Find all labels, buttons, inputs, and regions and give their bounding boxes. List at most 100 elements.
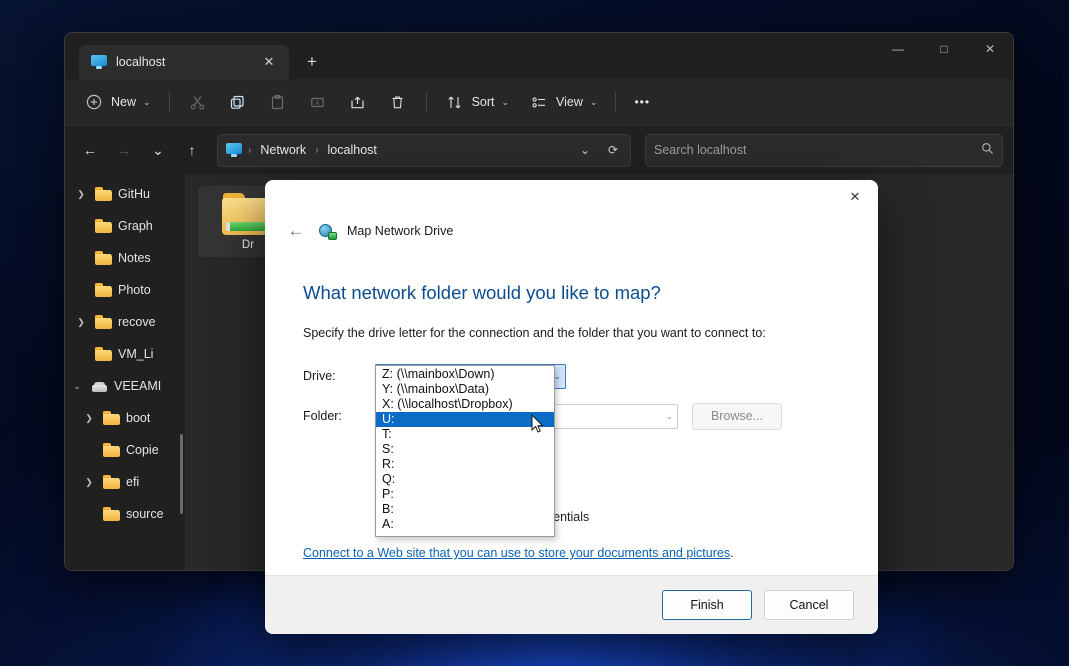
drive-option[interactable]: B: [376, 502, 554, 517]
dialog-body: What network folder would you like to ma… [265, 248, 878, 560]
sort-label: Sort [472, 95, 495, 109]
drive-option[interactable]: Z: (\\mainbox\Down) [376, 367, 554, 382]
new-label: New [111, 95, 136, 109]
maximize-icon[interactable]: □ [921, 33, 967, 65]
breadcrumb-localhost[interactable]: localhost [323, 140, 382, 160]
sidebar-item-github[interactable]: ❯ GitHu [67, 178, 183, 210]
mouse-cursor [531, 414, 544, 434]
navigation-bar: ← → ⌄ ↑ › Network › localhost ⌄ ⟳ Search… [65, 125, 1013, 174]
drive-option-selected[interactable]: U: [376, 412, 554, 427]
view-button[interactable]: View ⌄ [520, 86, 606, 118]
cancel-button[interactable]: Cancel [764, 590, 854, 620]
more-options-button[interactable]: ••• [625, 86, 659, 118]
toolbar-divider [426, 92, 427, 112]
drive-icon [91, 379, 108, 393]
drive-option[interactable]: T: [376, 427, 554, 442]
forward-button[interactable]: → [109, 135, 139, 165]
sidebar-scrollbar[interactable] [180, 434, 183, 514]
sidebar-item-label: Photo [118, 283, 151, 297]
chevron-right-icon[interactable]: ❯ [73, 189, 89, 200]
sidebar-item-copies[interactable]: Copie [67, 434, 183, 466]
sidebar-item-efi[interactable]: ❯ efi [67, 466, 183, 498]
sort-button[interactable]: Sort ⌄ [436, 86, 518, 118]
new-tab-button[interactable]: + [297, 47, 327, 77]
breadcrumb-network[interactable]: Network [255, 140, 311, 160]
search-icon [981, 142, 994, 158]
sort-icon [445, 92, 465, 112]
refresh-icon[interactable]: ⟳ [600, 138, 626, 163]
drive-option[interactable]: Y: (\\mainbox\Data) [376, 382, 554, 397]
folder-icon [103, 411, 120, 425]
folder-icon [95, 251, 112, 265]
search-placeholder: Search localhost [654, 143, 981, 157]
rename-button[interactable]: A [299, 86, 337, 118]
svg-text:A: A [315, 100, 320, 107]
share-button[interactable] [339, 86, 377, 118]
drive-option[interactable]: A: [376, 517, 554, 532]
chevron-down-icon: ⌄ [590, 97, 598, 108]
drive-option[interactable]: S: [376, 442, 554, 457]
browse-button[interactable]: Browse... [692, 403, 782, 430]
sidebar-item-label: efi [126, 475, 139, 489]
dialog-close-icon[interactable]: ✕ [832, 180, 878, 214]
command-bar: New ⌄ A [65, 79, 1013, 125]
sidebar-item-recovery[interactable]: ❯ recove [67, 306, 183, 338]
sidebar-item-boot[interactable]: ❯ boot [67, 402, 183, 434]
sidebar-item-label: Notes [118, 251, 151, 265]
dialog-title: Map Network Drive [347, 224, 453, 238]
folder-icon [103, 443, 120, 457]
connect-web-site-link[interactable]: Connect to a Web site that you can use t… [303, 546, 730, 560]
up-button[interactable]: ↑ [177, 135, 207, 165]
paste-button[interactable] [259, 86, 297, 118]
navigation-pane: ❯ GitHu Graph Notes Photo ❯ [65, 174, 185, 571]
dialog-header: ← Map Network Drive [265, 214, 878, 248]
dialog-footer: Finish Cancel [265, 575, 878, 634]
minimize-icon[interactable]: — [875, 33, 921, 65]
finish-button[interactable]: Finish [662, 590, 752, 620]
tab-strip: localhost ✕ + [65, 33, 327, 79]
breadcrumb-separator: › [248, 145, 251, 156]
chevron-right-icon[interactable]: ❯ [73, 317, 89, 328]
chevron-right-icon[interactable]: ❯ [81, 413, 97, 424]
chevron-down-icon[interactable]: ⌄ [69, 381, 85, 392]
sidebar-item-label: Copie [126, 443, 159, 457]
dialog-subheading: Specify the drive letter for the connect… [303, 326, 840, 340]
sidebar-item-vmlib[interactable]: VM_Li [67, 338, 183, 370]
folder-icon [95, 187, 112, 201]
folder-icon [95, 315, 112, 329]
view-label: View [556, 95, 583, 109]
delete-button[interactable] [379, 86, 417, 118]
breadcrumb-separator: › [315, 145, 318, 156]
copy-button[interactable] [219, 86, 257, 118]
recent-locations-button[interactable]: ⌄ [143, 135, 173, 165]
drive-dropdown-list[interactable]: Z: (\\mainbox\Down) Y: (\\mainbox\Data) … [375, 365, 555, 537]
chevron-right-icon[interactable]: ❯ [81, 477, 97, 488]
close-icon[interactable]: ✕ [257, 50, 281, 74]
sidebar-item-label: Graph [118, 219, 153, 233]
folder-icon [95, 219, 112, 233]
sidebar-item-graph[interactable]: Graph [67, 210, 183, 242]
drive-option[interactable]: R: [376, 457, 554, 472]
tab-localhost[interactable]: localhost ✕ [79, 45, 289, 79]
drive-option[interactable]: P: [376, 487, 554, 502]
chevron-down-icon[interactable]: ⌄ [572, 138, 598, 163]
dialog-titlebar: ✕ [265, 180, 878, 214]
folder-label: Folder: [303, 409, 375, 423]
sidebar-item-notes[interactable]: Notes [67, 242, 183, 274]
sidebar-item-veeam[interactable]: ⌄ VEEAMI [67, 370, 183, 402]
drive-option[interactable]: X: (\\localhost\Dropbox) [376, 397, 554, 412]
sidebar-item-photo[interactable]: Photo [67, 274, 183, 306]
search-input[interactable]: Search localhost [645, 134, 1003, 167]
drive-option[interactable]: Q: [376, 472, 554, 487]
address-bar-actions: ⌄ ⟳ [572, 138, 626, 163]
cut-button[interactable] [179, 86, 217, 118]
sidebar-item-label: VEEAMI [114, 379, 161, 393]
map-network-drive-icon [319, 222, 337, 240]
monitor-icon [91, 54, 107, 70]
sidebar-item-sources[interactable]: source [67, 498, 183, 530]
dialog-back-button[interactable]: ← [283, 218, 309, 244]
new-button[interactable]: New ⌄ [75, 86, 160, 118]
address-bar[interactable]: › Network › localhost ⌄ ⟳ [217, 134, 631, 167]
back-button[interactable]: ← [75, 135, 105, 165]
window-close-icon[interactable]: ✕ [967, 33, 1013, 65]
